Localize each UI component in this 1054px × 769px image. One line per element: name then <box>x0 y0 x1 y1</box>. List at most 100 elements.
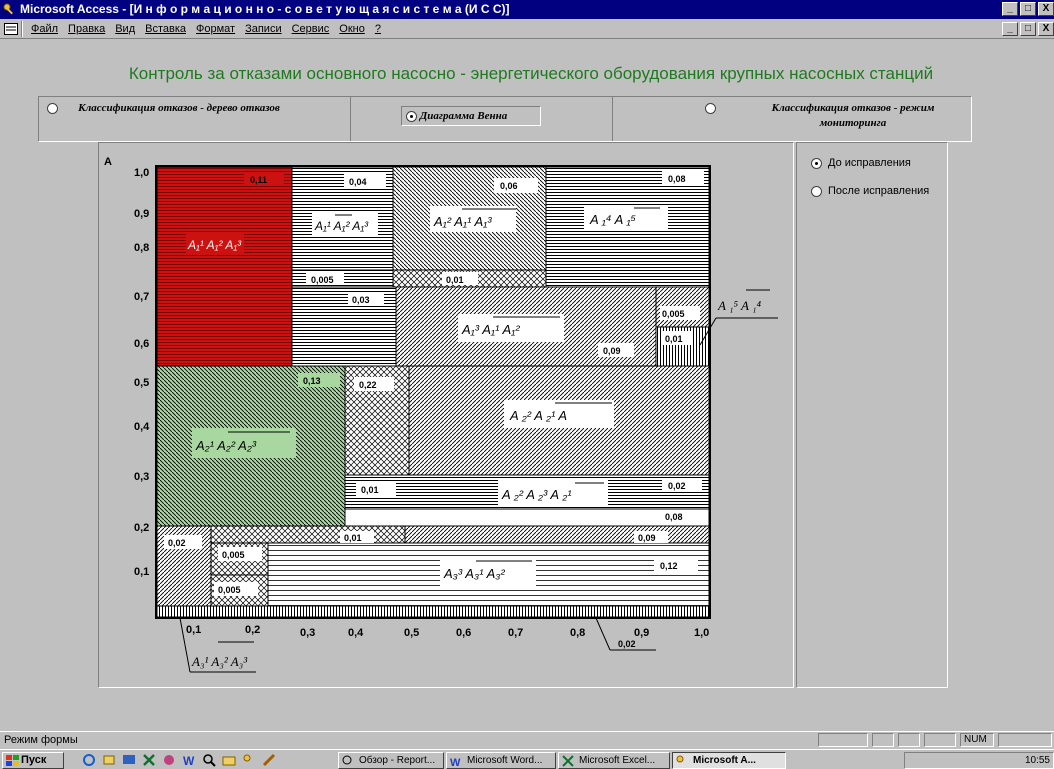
taskbar-button-word[interactable]: W Microsoft Word... <box>446 752 556 769</box>
word-icon[interactable]: W <box>182 753 196 767</box>
view-option-group: Классификация отказов - дерево отказов Д… <box>38 96 972 142</box>
menu-file[interactable]: Файл <box>26 23 63 35</box>
option-monitoring[interactable]: Классификация отказов - режим мониторинг… <box>613 97 971 141</box>
value-label: 0,02 <box>668 481 686 491</box>
folder-search-icon[interactable] <box>222 753 236 767</box>
app-icon[interactable] <box>162 753 176 767</box>
x-axis: 0,1 0,2 0,3 0,4 0,5 0,6 0,7 0,8 0,9 1,0 <box>186 624 709 639</box>
doc-maximize-button[interactable]: □ <box>1020 22 1036 36</box>
value-label: 0,12 <box>660 561 678 571</box>
option-before-label: До исправления <box>828 157 911 169</box>
radio-after-correction[interactable] <box>811 185 822 197</box>
option-before-correction[interactable]: До исправления <box>811 157 911 169</box>
radio-monitoring[interactable] <box>705 103 716 114</box>
formula-a2: A₁² A₁¹ A₁³ <box>430 206 516 232</box>
value-label: 0,005 <box>662 309 685 319</box>
option-after-correction[interactable]: После исправления <box>811 185 929 197</box>
value-label: 0,08 <box>665 512 683 522</box>
svg-text:A ₂² A ₂³ A ₂¹: A ₂² A ₂³ A ₂¹ <box>501 487 572 502</box>
doc-close-button[interactable]: X <box>1038 22 1054 36</box>
start-button[interactable]: Пуск <box>2 752 64 769</box>
formula-red: A₁¹ A₁² A₁³ <box>186 232 244 254</box>
pen-icon[interactable] <box>262 753 276 767</box>
value-label: 0,08 <box>668 174 686 184</box>
status-panel <box>818 733 868 747</box>
option-venn[interactable]: Диаграмма Венна <box>351 97 613 141</box>
status-bar: Режим формы NUM <box>0 731 1054 748</box>
taskbar-label: Обзор - Report... <box>359 755 436 766</box>
menu-view[interactable]: Вид <box>110 23 140 35</box>
value-label: 0,02 <box>618 639 636 649</box>
clock: 10:55 <box>1024 755 1050 766</box>
radio-before-correction[interactable] <box>811 157 822 169</box>
option-after-label: После исправления <box>828 185 930 197</box>
minimize-button[interactable]: _ <box>1002 2 1018 16</box>
option-fault-tree[interactable]: Классификация отказов - дерево отказов <box>39 97 351 141</box>
x-tick: 1,0 <box>694 627 709 639</box>
value-label: 0,005 <box>218 585 241 595</box>
menu-tools[interactable]: Сервис <box>287 23 335 35</box>
taskbar-button-access[interactable]: Microsoft A... <box>672 752 786 769</box>
y-tick: 0,7 <box>134 291 149 303</box>
region-a1a2a3-red <box>156 166 293 367</box>
search-icon[interactable] <box>202 753 216 767</box>
form-icon[interactable] <box>4 22 18 35</box>
outlook-icon[interactable] <box>102 753 116 767</box>
value-label: 0,01 <box>344 533 362 543</box>
start-label: Пуск <box>21 754 47 766</box>
menu-records[interactable]: Записи <box>240 23 287 35</box>
num-lock-indicator: NUM <box>960 733 994 747</box>
status-panel <box>998 733 1052 747</box>
svg-text:W: W <box>183 754 195 767</box>
excel-icon[interactable] <box>142 753 156 767</box>
formula-a2-mid: A ₂² A ₂¹ A <box>504 400 614 428</box>
doc-minimize-button[interactable]: _ <box>1002 22 1018 36</box>
y-tick: 0,2 <box>134 522 149 534</box>
ie-icon[interactable] <box>82 753 96 767</box>
value-label: 0,06 <box>500 181 518 191</box>
y-tick: 0,6 <box>134 338 149 350</box>
search-icon <box>342 755 352 765</box>
maximize-button[interactable]: □ <box>1020 2 1036 16</box>
x-tick: 0,7 <box>508 627 523 639</box>
x-tick: 0,2 <box>245 624 260 636</box>
y-tick: 0,8 <box>134 242 149 254</box>
option-venn-label: Диаграмма Венна <box>419 110 508 122</box>
access-icon[interactable] <box>242 753 256 767</box>
x-tick: 0,8 <box>570 627 585 639</box>
form-heading: Контроль за отказами основного насосно -… <box>128 64 934 83</box>
menu-help[interactable]: ? <box>370 23 386 35</box>
taskbar-button-report[interactable]: Обзор - Report... <box>338 752 444 769</box>
y-tick: 0,9 <box>134 208 149 220</box>
svg-text:A ₂² A ₂¹ A: A ₂² A ₂¹ A <box>509 408 567 423</box>
access-key-icon <box>3 3 13 15</box>
status-panel <box>924 733 956 747</box>
word-icon: W <box>450 757 461 767</box>
x-tick: 0,6 <box>456 627 471 639</box>
menu-edit[interactable]: Правка <box>63 23 110 35</box>
x-tick: 0,4 <box>348 627 364 639</box>
correction-option-panel: До исправления После исправления <box>796 142 948 688</box>
region-002c <box>156 605 710 618</box>
svg-text:A₃¹ A₃² A₃³: A₃¹ A₃² A₃³ <box>191 654 248 669</box>
taskbar-button-excel[interactable]: Microsoft Excel... <box>558 752 670 769</box>
desktop-icon[interactable] <box>122 753 136 767</box>
value-label: 0,03 <box>352 295 370 305</box>
region-001d <box>210 525 406 544</box>
formula-a2a3: A ₂² A ₂³ A ₂¹ <box>498 480 608 506</box>
taskbar: Пуск W Обзор - Report... W Microsoft Wor… <box>0 749 1054 769</box>
status-panel <box>898 733 920 747</box>
taskbar-label: Microsoft A... <box>693 755 756 766</box>
value-label: 0,005 <box>311 275 334 285</box>
x-tick: 0,1 <box>186 624 201 636</box>
access-key-icon <box>676 755 684 763</box>
value-label: 0,005 <box>222 550 245 560</box>
value-label: 0,01 <box>361 485 379 495</box>
menu-insert[interactable]: Вставка <box>140 23 191 35</box>
close-button[interactable]: X <box>1038 2 1054 16</box>
radio-fault-tree[interactable] <box>47 103 58 114</box>
menu-format[interactable]: Формат <box>191 23 240 35</box>
menu-window[interactable]: Окно <box>334 23 370 35</box>
value-label: 0,01 <box>665 334 683 344</box>
radio-venn[interactable] <box>406 110 417 122</box>
